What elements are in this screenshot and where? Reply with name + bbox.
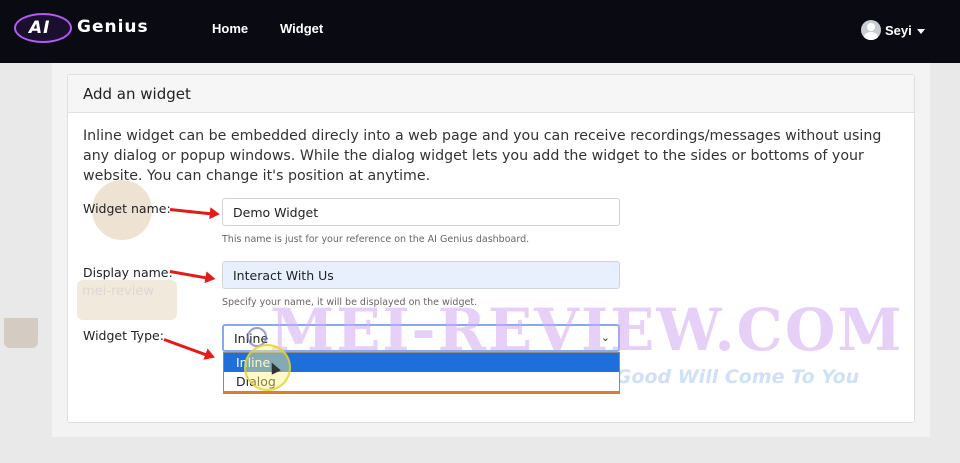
display-name-label: Display name:	[83, 265, 173, 280]
nav-home-link[interactable]: Home	[212, 21, 248, 36]
card-title: Add an widget	[83, 85, 191, 103]
user-name: Seyi	[885, 23, 912, 38]
widget-name-label: Widget name:	[83, 201, 171, 216]
widget-type-label: Widget Type:	[83, 328, 164, 343]
logo-ai-badge: AI	[14, 13, 72, 43]
logo-ai-text: AI	[29, 18, 51, 38]
watermark-mascot-label: mei-review	[82, 284, 154, 299]
watermark-mascot-image: mei-review	[72, 180, 182, 320]
widget-name-input[interactable]: Demo Widget	[222, 198, 620, 226]
card-header: Add an widget	[68, 75, 914, 113]
display-name-input[interactable]: Interact With Us	[222, 261, 620, 289]
widget-name-help: This name is just for your reference on …	[222, 234, 530, 245]
logo-genius-text: Genius	[77, 17, 149, 37]
top-navbar: AI Genius Home Widget Seyi	[0, 0, 960, 63]
user-avatar-icon	[861, 20, 881, 40]
nav-widget-link[interactable]: Widget	[280, 21, 323, 36]
dropdown-bottom-edge	[223, 391, 620, 394]
caret-down-icon	[917, 29, 925, 34]
ai-genius-logo[interactable]: AI Genius	[14, 13, 164, 45]
widget-intro-text: Inline widget can be embedded direcly in…	[83, 128, 882, 184]
watermark-cup-icon	[4, 318, 38, 348]
